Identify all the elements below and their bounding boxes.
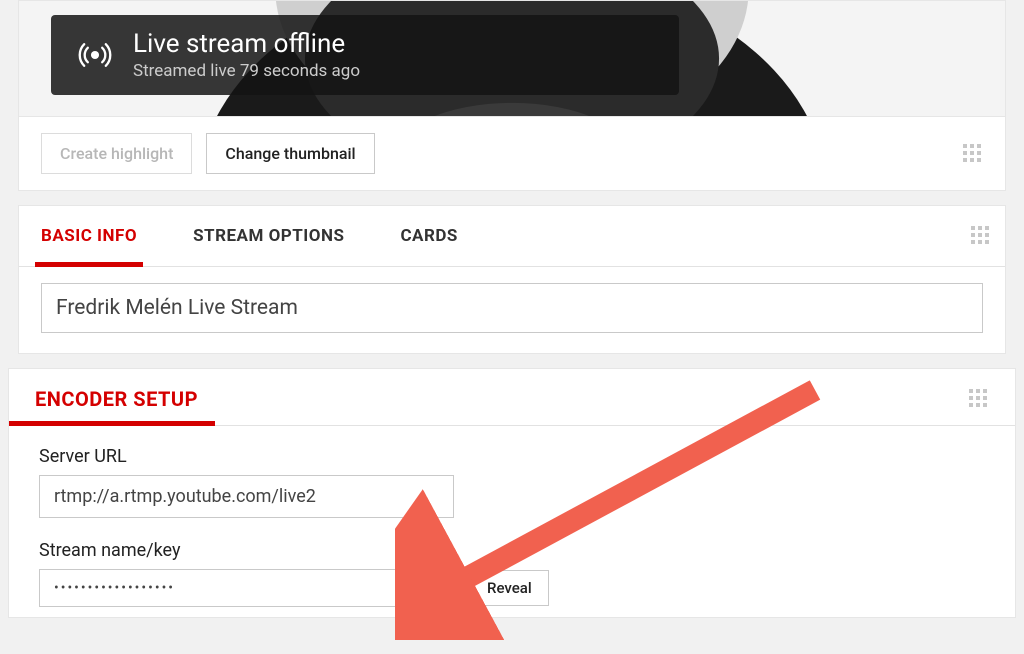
drag-handle-icon[interactable] [969, 389, 989, 409]
stream-preview: Live stream offline Streamed live 79 sec… [19, 1, 1005, 116]
tab-bar: BASIC INFO STREAM OPTIONS CARDS [19, 206, 1005, 267]
server-url-field[interactable] [39, 475, 454, 518]
stream-key-label: Stream name/key [39, 540, 985, 561]
server-url-label: Server URL [39, 446, 985, 467]
reveal-button[interactable]: Reveal [470, 570, 549, 606]
create-highlight-button: Create highlight [41, 133, 192, 174]
tab-stream-options[interactable]: STREAM OPTIONS [193, 206, 344, 266]
encoder-heading: ENCODER SETUP [35, 387, 198, 411]
stream-status-subtitle: Streamed live 79 seconds ago [133, 61, 657, 81]
encoder-header: ENCODER SETUP [9, 369, 1015, 425]
change-thumbnail-button[interactable]: Change thumbnail [206, 133, 374, 174]
tab-basic-info[interactable]: BASIC INFO [41, 206, 137, 266]
stream-settings-panel: BASIC INFO STREAM OPTIONS CARDS [18, 205, 1006, 354]
encoder-setup-panel: ENCODER SETUP Server URL Stream name/key… [8, 368, 1016, 618]
stream-status-title: Live stream offline [133, 29, 657, 59]
drag-handle-icon[interactable] [971, 226, 991, 246]
stream-preview-panel: Live stream offline Streamed live 79 sec… [18, 0, 1006, 191]
live-broadcast-icon [77, 37, 113, 73]
drag-handle-icon[interactable] [963, 144, 983, 164]
stream-key-field[interactable] [39, 569, 454, 607]
preview-toolbar: Create highlight Change thumbnail [19, 116, 1005, 190]
stream-title-input[interactable] [41, 283, 983, 333]
stream-status-banner: Live stream offline Streamed live 79 sec… [51, 15, 679, 95]
tab-cards[interactable]: CARDS [400, 206, 457, 266]
